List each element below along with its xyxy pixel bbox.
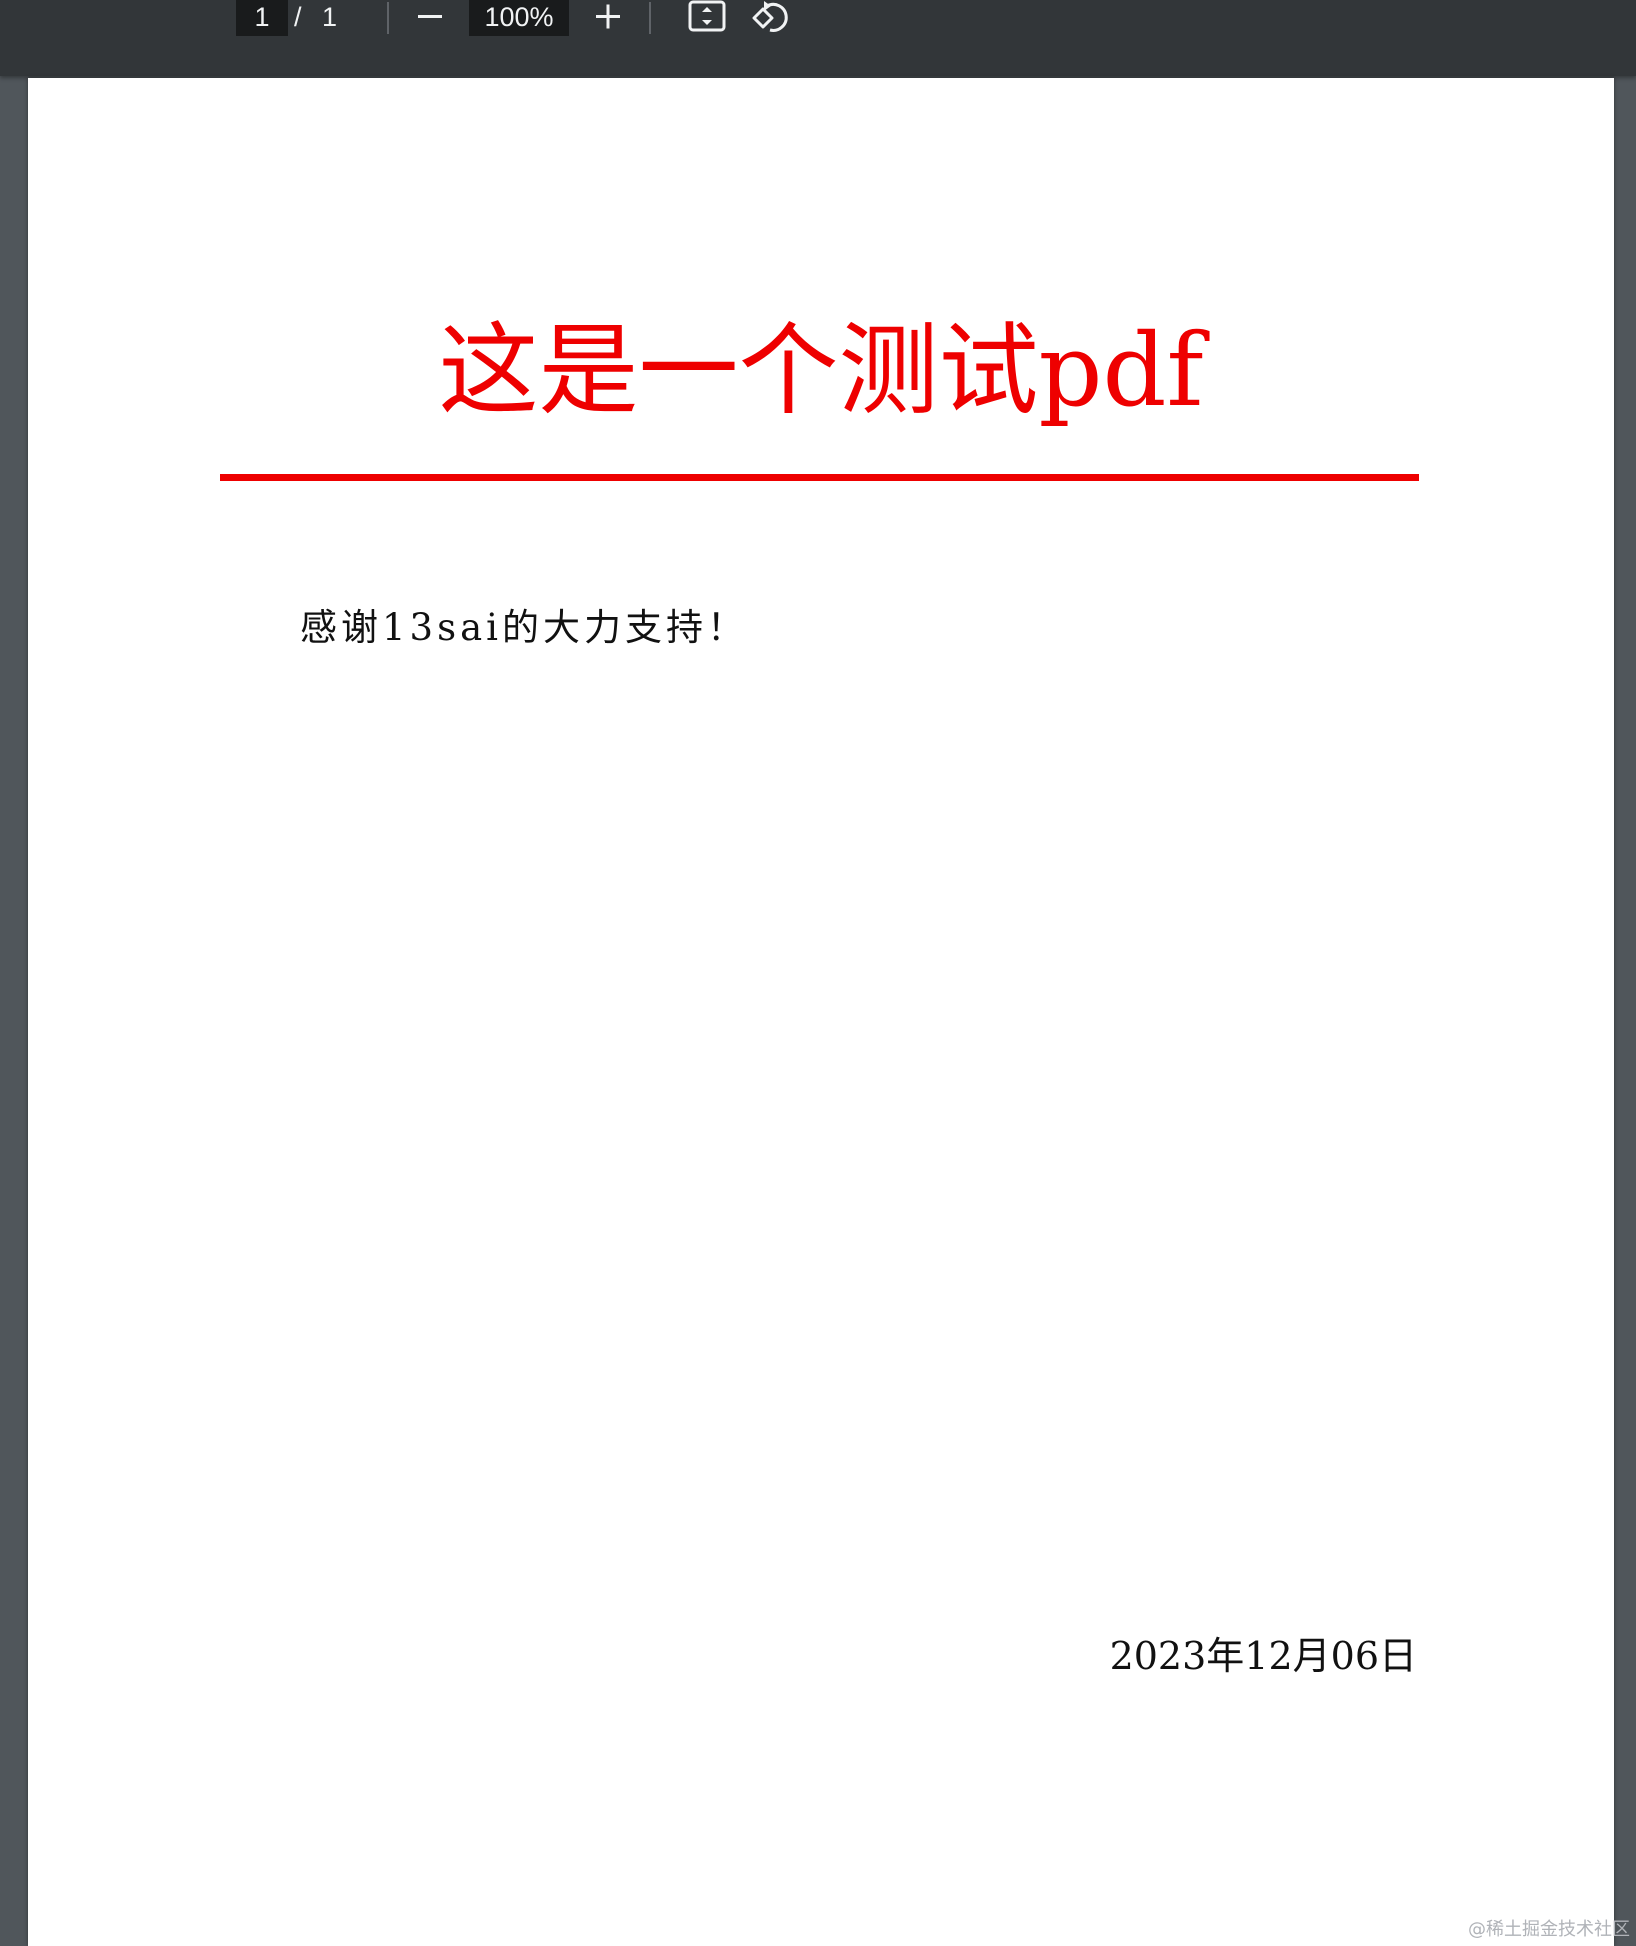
page-total-count: 1: [322, 2, 338, 32]
watermark: @稀土掘金技术社区: [1468, 1919, 1630, 1940]
pdf-toolbar: 1 / 1 100%: [0, 0, 1636, 76]
fit-to-page-button[interactable]: [687, 0, 727, 34]
page-separator: /: [294, 2, 302, 32]
document-body-text: 感谢13sai的大力支持！: [300, 606, 748, 649]
zoom-level-input[interactable]: 100%: [469, 0, 569, 36]
toolbar-divider: [387, 2, 389, 34]
fit-to-page-icon: [688, 0, 726, 32]
plus-icon: [596, 4, 620, 29]
title-underline: [220, 474, 1419, 481]
pdf-page: 这是一个测试pdf 感谢13sai的大力支持！ 2023年12月06日: [28, 78, 1614, 1946]
minus-icon: [418, 15, 442, 18]
rotate-counterclockwise-icon: [752, 1, 788, 32]
toolbar-divider: [649, 2, 651, 34]
zoom-out-button[interactable]: [412, 0, 448, 34]
rotate-button[interactable]: [750, 0, 790, 36]
page-number-input[interactable]: 1: [236, 0, 288, 36]
document-title: 这是一个测试pdf: [438, 312, 1204, 429]
zoom-in-button[interactable]: [590, 0, 626, 34]
document-date: 2023年12月06日: [1109, 1634, 1417, 1678]
